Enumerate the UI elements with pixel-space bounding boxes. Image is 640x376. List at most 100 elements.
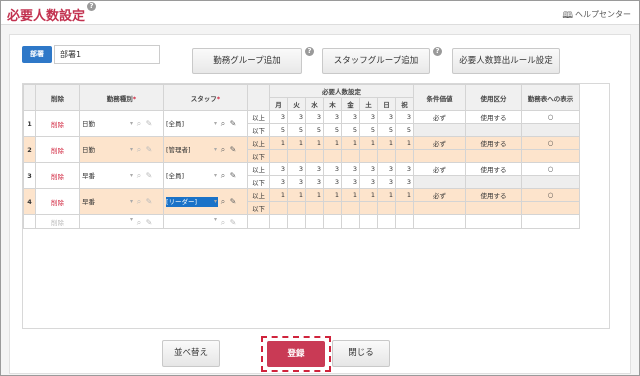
staff-select[interactable]: [全員] — [166, 119, 218, 129]
day-value-input[interactable]: 1 — [287, 136, 306, 150]
select-cell[interactable] — [413, 214, 466, 229]
day-value-input[interactable] — [395, 201, 414, 215]
day-value-input[interactable]: 1 — [323, 188, 342, 202]
select-cell[interactable] — [465, 214, 522, 229]
day-value-input[interactable] — [305, 201, 324, 215]
day-value-input[interactable]: 3 — [395, 162, 414, 176]
day-value-input[interactable]: 3 — [377, 162, 396, 176]
staff-select[interactable] — [166, 216, 218, 226]
day-value-input[interactable]: 1 — [269, 188, 288, 202]
day-value-input[interactable]: 3 — [305, 175, 324, 189]
help-center-link[interactable]: 🕮 ヘルプセンター — [562, 8, 631, 24]
search-icon[interactable]: ⌕ — [218, 145, 228, 155]
condition-select[interactable]: 必ず — [413, 110, 466, 124]
work-type-select[interactable]: 日勤 — [82, 119, 134, 129]
day-value-input[interactable] — [377, 214, 396, 229]
day-value-input[interactable]: 3 — [395, 110, 414, 124]
display-select[interactable]: ○ — [521, 136, 580, 150]
day-value-input[interactable]: 3 — [341, 110, 360, 124]
delete-link[interactable]: 削除 — [35, 214, 80, 229]
day-value-input[interactable]: 3 — [305, 110, 324, 124]
day-value-input[interactable] — [269, 214, 288, 229]
day-value-input[interactable]: 3 — [305, 162, 324, 176]
day-value-input[interactable] — [395, 149, 414, 163]
day-value-input[interactable]: 5 — [341, 123, 360, 137]
work-type-select[interactable] — [82, 216, 134, 226]
work-type-select[interactable]: 早番 — [82, 171, 134, 181]
staff-select[interactable]: [全員] — [166, 171, 218, 181]
day-value-input[interactable] — [269, 149, 288, 163]
edit-icon[interactable]: ✎ — [144, 197, 154, 206]
condition-select[interactable]: 必ず — [413, 188, 466, 202]
day-value-input[interactable]: 3 — [323, 162, 342, 176]
day-value-input[interactable]: 3 — [359, 175, 378, 189]
day-value-input[interactable]: 3 — [287, 110, 306, 124]
day-value-input[interactable] — [269, 201, 288, 215]
search-icon[interactable]: ⌕ — [134, 119, 144, 129]
day-value-input[interactable] — [377, 201, 396, 215]
day-value-input[interactable]: 3 — [269, 110, 288, 124]
day-value-input[interactable]: 1 — [395, 136, 414, 150]
display-select[interactable]: ○ — [521, 188, 580, 202]
close-button[interactable]: 閉じる — [332, 340, 390, 367]
delete-link[interactable]: 削除 — [35, 188, 80, 215]
day-value-input[interactable] — [377, 149, 396, 163]
staff-select[interactable]: [リーダー] — [166, 196, 218, 207]
day-value-input[interactable] — [395, 214, 414, 229]
dept-field[interactable]: 部署1 — [54, 45, 160, 64]
day-value-input[interactable]: 5 — [377, 123, 396, 137]
add-work-group-button[interactable]: 勤務グループ追加 — [192, 48, 302, 74]
day-value-input[interactable]: 3 — [287, 175, 306, 189]
edit-icon[interactable]: ✎ — [228, 145, 238, 154]
display-select[interactable]: ○ — [521, 110, 580, 124]
add-staff-group-button[interactable]: スタッフグループ追加 — [322, 48, 430, 74]
search-icon[interactable]: ⌕ — [134, 145, 144, 155]
delete-link[interactable]: 削除 — [35, 136, 80, 163]
day-value-input[interactable]: 3 — [359, 162, 378, 176]
day-value-input[interactable]: 3 — [359, 110, 378, 124]
day-value-input[interactable]: 1 — [341, 188, 360, 202]
edit-icon[interactable]: ✎ — [228, 197, 238, 206]
day-value-input[interactable]: 5 — [323, 123, 342, 137]
day-value-input[interactable] — [305, 214, 324, 229]
sort-button[interactable]: 並べ替え — [162, 340, 220, 367]
search-icon[interactable]: ⌕ — [218, 218, 228, 228]
day-value-input[interactable] — [287, 214, 306, 229]
day-value-input[interactable]: 5 — [395, 123, 414, 137]
edit-icon[interactable]: ✎ — [228, 119, 238, 128]
register-button[interactable]: 登録 — [267, 341, 325, 367]
calc-rule-button[interactable]: 必要人数算出ルール設定 — [452, 48, 560, 74]
condition-select[interactable]: 必ず — [413, 136, 466, 150]
day-value-input[interactable]: 3 — [323, 110, 342, 124]
display-select[interactable]: ○ — [521, 162, 580, 176]
day-value-input[interactable]: 3 — [395, 175, 414, 189]
day-value-input[interactable] — [287, 149, 306, 163]
search-icon[interactable]: ⌕ — [218, 171, 228, 181]
edit-icon[interactable]: ✎ — [228, 171, 238, 180]
edit-icon[interactable]: ✎ — [144, 145, 154, 154]
day-value-input[interactable]: 1 — [359, 188, 378, 202]
work-type-select[interactable]: 早番 — [82, 197, 134, 207]
day-value-input[interactable] — [341, 149, 360, 163]
day-value-input[interactable] — [359, 149, 378, 163]
day-value-input[interactable]: 5 — [305, 123, 324, 137]
condition-select[interactable]: 必ず — [413, 162, 466, 176]
day-value-input[interactable] — [359, 201, 378, 215]
day-value-input[interactable]: 1 — [377, 136, 396, 150]
staff-group-help-icon[interactable]: ? — [433, 47, 442, 56]
day-value-input[interactable] — [323, 201, 342, 215]
search-icon[interactable]: ⌕ — [134, 171, 144, 181]
day-value-input[interactable]: 1 — [305, 188, 324, 202]
day-value-input[interactable]: 1 — [305, 136, 324, 150]
day-value-input[interactable]: 3 — [341, 175, 360, 189]
day-value-input[interactable] — [323, 149, 342, 163]
day-value-input[interactable]: 3 — [377, 175, 396, 189]
search-icon[interactable]: ⌕ — [218, 197, 228, 207]
usage-select[interactable]: 使用する — [465, 110, 522, 124]
day-value-input[interactable]: 3 — [287, 162, 306, 176]
work-type-select[interactable]: 日勤 — [82, 145, 134, 155]
day-value-input[interactable]: 5 — [269, 123, 288, 137]
day-value-input[interactable] — [341, 201, 360, 215]
day-value-input[interactable] — [359, 214, 378, 229]
day-value-input[interactable]: 1 — [341, 136, 360, 150]
